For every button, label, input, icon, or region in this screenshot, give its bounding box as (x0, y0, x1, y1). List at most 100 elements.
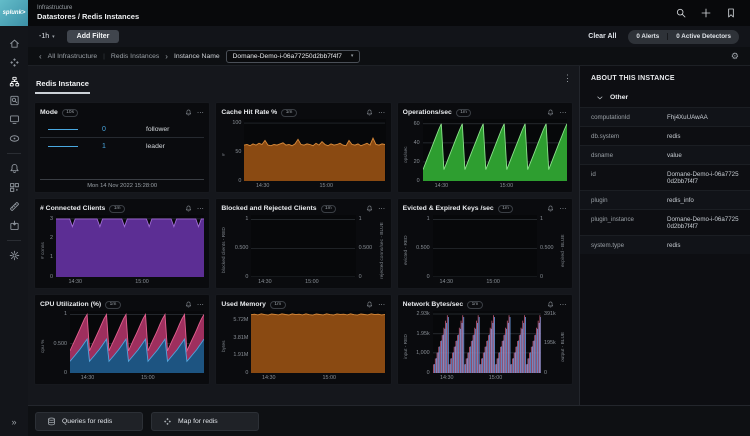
chart-menu-icon[interactable]: ⋯ (197, 109, 205, 117)
tab-redis-instance[interactable]: Redis Instance (35, 78, 90, 94)
gear-icon[interactable]: ⚙ (731, 51, 739, 62)
footer-tab-label: Queries for redis (62, 418, 112, 425)
x-ticks: 14:3015:00 (433, 277, 537, 286)
clear-all-button[interactable]: Clear All (588, 33, 616, 40)
kebab-menu-icon[interactable]: ⋮ (563, 73, 572, 84)
bell-icon[interactable] (185, 301, 192, 308)
bell-icon[interactable] (366, 301, 373, 308)
chevron-down-icon: ▾ (351, 53, 354, 59)
y-ticks-left: 00.5001 (47, 311, 70, 373)
search-icon[interactable] (676, 8, 686, 18)
filter-bar: -1h ▾ Add Filter Clear All 0 Alerts 0 Ac… (28, 26, 750, 47)
about-group-label: Other (610, 94, 628, 101)
x-tick-label: 15:00 (322, 375, 336, 381)
chart-menu-icon[interactable]: ⋯ (197, 301, 205, 309)
sidebar-item-integrations[interactable] (8, 219, 20, 231)
sidebar-item-dashboards[interactable] (8, 113, 20, 125)
chart-plot[interactable] (70, 311, 204, 373)
mode-row: 0 follower (40, 121, 204, 138)
x-tick-label: 15:00 (305, 279, 319, 285)
y-axis-label-right: rejected conns/sec - BLUE (379, 215, 386, 286)
about-row: system.type redis (580, 235, 750, 254)
chart-card--connected-clients: # Connected Clients 1m ⋯ # conns 0123 14… (34, 198, 210, 289)
chart-title: Evicted & Expired Keys /sec (403, 205, 494, 212)
chart-menu-icon[interactable]: ⋯ (559, 109, 567, 117)
about-value: Fhj4XuUAwAA (667, 114, 739, 121)
resolution-badge: 1m (321, 205, 337, 213)
sidebar-item-data-setup[interactable] (8, 200, 20, 212)
back-chevron-icon[interactable]: ‹ (39, 52, 42, 61)
bell-icon[interactable] (547, 205, 554, 212)
instance-select-dropdown[interactable]: Domane-Demo-i-06a77250d2bb7f4f7 ▾ (226, 50, 361, 63)
y-tick-label: 40 (414, 140, 420, 146)
bookmark-icon[interactable] (726, 8, 736, 18)
bell-icon[interactable] (366, 109, 373, 116)
bell-icon[interactable] (366, 205, 373, 212)
x-tick-label: 14:30 (256, 183, 270, 189)
about-key: id (591, 171, 667, 185)
y-tick-label: 1 (245, 216, 248, 222)
y-tick-label: 1 (540, 216, 543, 222)
about-row: plugin redis_info (580, 190, 750, 209)
resolution-badge: 1m (270, 301, 286, 309)
active-detectors-badge[interactable]: 0 Active Detectors (667, 33, 739, 40)
sidebar-item-rum[interactable] (8, 132, 20, 144)
chart-menu-icon[interactable]: ⋯ (378, 109, 386, 117)
about-key: plugin_instance (591, 216, 667, 230)
chart-plot[interactable] (251, 311, 385, 373)
y-tick-label: 3 (50, 216, 53, 222)
chart-plot[interactable] (251, 215, 355, 277)
y-tick-label: 0.500 (359, 245, 373, 251)
breadcrumb-divider: | (103, 53, 105, 60)
bell-icon[interactable] (547, 109, 554, 116)
sidebar-item-metrics[interactable] (8, 181, 20, 193)
chart-card-used-memory: Used Memory 1m ⋯ bytes 01.91M3.81M5.72M … (215, 294, 391, 385)
sidebar-item-log-observer[interactable] (8, 94, 20, 106)
chart-menu-icon[interactable]: ⋯ (559, 205, 567, 213)
resolution-badge: 10s (62, 109, 79, 117)
sidebar-item-infrastructure[interactable] (8, 75, 20, 87)
chart-menu-icon[interactable]: ⋯ (559, 301, 567, 309)
create-icon[interactable] (701, 8, 711, 18)
sidebar-item-settings[interactable] (8, 249, 20, 261)
breadcrumb-all-infrastructure[interactable]: All Infrastructure (48, 53, 97, 60)
chart-plot[interactable] (433, 215, 537, 277)
bell-icon[interactable] (547, 301, 554, 308)
chart-menu-icon[interactable]: ⋯ (378, 301, 386, 309)
resolution-badge: 1m (467, 301, 483, 309)
about-key: dsname (591, 152, 667, 159)
footer-tab-queries-for-redis[interactable]: Queries for redis (35, 412, 143, 431)
alert-pills: 0 Alerts 0 Active Detectors (628, 30, 739, 44)
sidebar-item-alerts[interactable] (8, 162, 20, 174)
about-row: computationId Fhj4XuUAwAA (580, 107, 750, 126)
chart-plot[interactable] (244, 119, 385, 181)
alerts-count-badge[interactable]: 0 Alerts (628, 33, 667, 40)
x-tick-label: 14:30 (258, 279, 272, 285)
y-ticks-left: 050100 (228, 119, 244, 181)
footer-tab-map-for-redis[interactable]: Map for redis (151, 412, 259, 431)
topbar-actions (676, 0, 750, 26)
breadcrumb-redis-instances[interactable]: Redis Instances (111, 53, 159, 60)
about-key: plugin (591, 197, 667, 204)
chart-plot[interactable] (423, 119, 567, 181)
splunk-logo[interactable]: splunk> (0, 0, 28, 26)
sidebar-expand-button[interactable]: » (11, 417, 16, 427)
about-group-other[interactable]: Other (580, 91, 750, 107)
chart-menu-icon[interactable]: ⋯ (197, 205, 205, 213)
x-ticks: 14:3015:00 (433, 373, 541, 382)
x-ticks: 14:3015:00 (423, 181, 567, 190)
chart-title: Mode (40, 109, 58, 116)
y-ticks-left: 00.5001 (228, 215, 251, 277)
y-tick-label: 1 (50, 254, 53, 260)
add-filter-button[interactable]: Add Filter (67, 30, 120, 43)
time-range-picker[interactable]: -1h ▾ (39, 33, 55, 40)
y-axis-label-left: bytes (221, 311, 228, 382)
chart-menu-icon[interactable]: ⋯ (378, 205, 386, 213)
chart-plot[interactable] (433, 311, 541, 373)
chart-plot[interactable] (56, 215, 204, 277)
bell-icon[interactable] (185, 205, 192, 212)
y-axis-label-left: evicted - RED (403, 215, 410, 286)
bell-icon[interactable] (185, 109, 192, 116)
sidebar-item-apm[interactable] (8, 56, 20, 68)
sidebar-item-home[interactable] (8, 37, 20, 49)
